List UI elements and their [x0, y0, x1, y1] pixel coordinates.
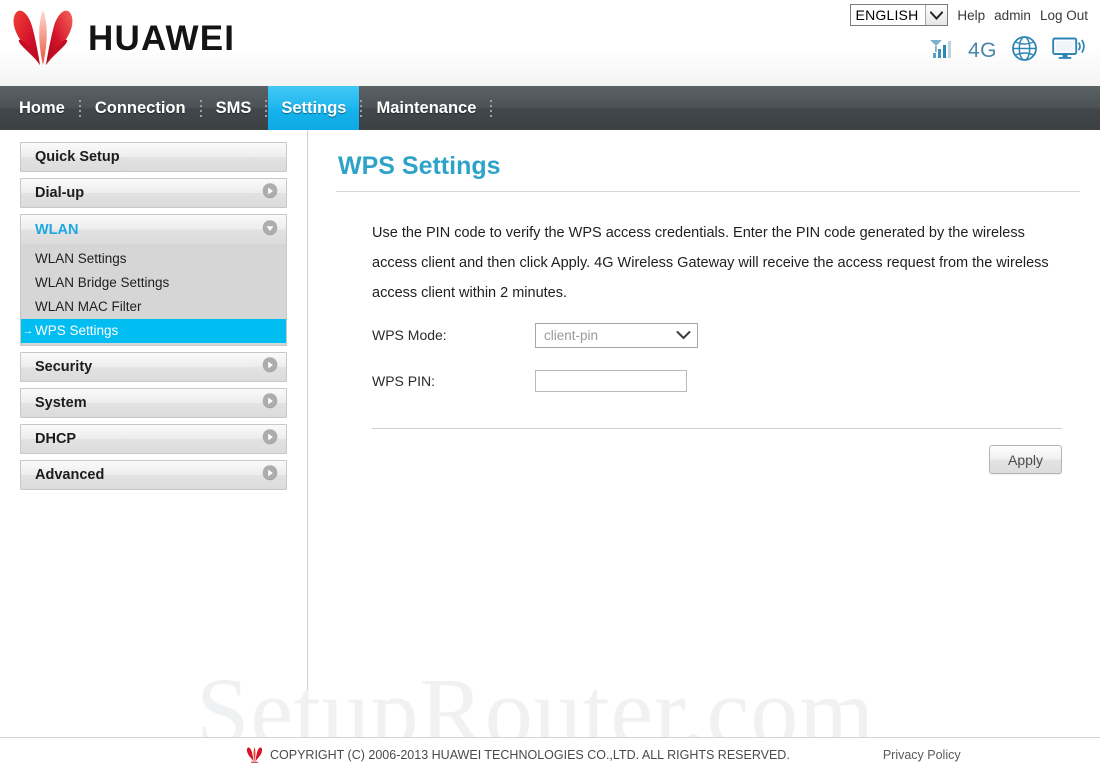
- chevron-right-circle-icon: [262, 429, 278, 449]
- nav-separator: [78, 99, 81, 117]
- nav-item-settings[interactable]: Settings: [268, 86, 360, 130]
- huawei-flower-logo: [13, 10, 73, 65]
- sidebar-label-dhcp: DHCP: [35, 431, 77, 447]
- wps-mode-label: WPS Mode:: [372, 327, 447, 343]
- chevron-down-circle-icon: [262, 219, 278, 240]
- page-body: Quick Setup Dial-up WLAN WLAN Settings W…: [0, 130, 1100, 765]
- logout-link[interactable]: Log Out: [1040, 8, 1088, 23]
- copyright-text: COPYRIGHT (C) 2006-2013 HUAWEI TECHNOLOG…: [270, 747, 790, 762]
- sidebar-label-wlan-settings: WLAN Settings: [35, 251, 127, 266]
- sidebar-label-wps-settings: WPS Settings: [35, 323, 119, 338]
- sidebar-item-wlan-settings[interactable]: WLAN Settings: [21, 247, 286, 271]
- page-title: WPS Settings: [338, 152, 501, 180]
- nav-item-home[interactable]: Home: [6, 86, 78, 130]
- nav-item-sms[interactable]: SMS: [203, 86, 265, 130]
- apply-button[interactable]: Apply: [989, 445, 1062, 474]
- sidebar-block-dhcp: DHCP: [20, 424, 287, 454]
- chevron-down-icon: [925, 5, 948, 25]
- brand-logo[interactable]: HUAWEI: [10, 10, 235, 66]
- language-selected-value: ENGLISH: [855, 7, 919, 23]
- sidebar-block-wlan: WLAN WLAN Settings WLAN Bridge Settings: [20, 214, 287, 346]
- sidebar-label-wlan: WLAN: [35, 221, 79, 238]
- nav-item-connection[interactable]: Connection: [82, 86, 199, 130]
- form-divider: [372, 428, 1062, 429]
- content-area: WPS Settings Use the PIN code to verify …: [308, 130, 1100, 738]
- sidebar-label-wlan-bridge-settings: WLAN Bridge Settings: [35, 275, 170, 290]
- help-link[interactable]: Help: [957, 8, 985, 23]
- chevron-right-circle-icon: [262, 465, 278, 485]
- sidebar-item-wlan-mac-filter[interactable]: WLAN MAC Filter: [21, 295, 286, 319]
- sidebar-item-system[interactable]: System: [20, 388, 287, 418]
- sidebar-item-wlan-bridge-settings[interactable]: WLAN Bridge Settings: [21, 271, 286, 295]
- language-select[interactable]: ENGLISH: [849, 4, 949, 26]
- wlan-monitor-icon: [1052, 36, 1086, 64]
- sidebar-item-security[interactable]: Security: [20, 352, 287, 382]
- sidebar-label-advanced: Advanced: [35, 467, 105, 483]
- sidebar-item-advanced[interactable]: Advanced: [20, 460, 287, 490]
- wps-pin-input[interactable]: [535, 370, 687, 392]
- title-divider: [336, 191, 1080, 192]
- wps-mode-value: client-pin: [544, 327, 599, 343]
- globe-icon: [1011, 35, 1038, 65]
- apply-row: Apply: [334, 445, 1080, 474]
- wps-mode-select[interactable]: client-pin: [535, 322, 698, 348]
- sidebar-item-wlan[interactable]: WLAN: [20, 214, 287, 244]
- sidebar-block-quick-setup: Quick Setup: [20, 142, 287, 172]
- sidebar-label-quick-setup: Quick Setup: [35, 149, 120, 165]
- wps-description: Use the PIN code to verify the WPS acces…: [372, 225, 1049, 301]
- sidebar-submenu-wlan: WLAN Settings WLAN Bridge Settings WLAN …: [20, 244, 287, 346]
- nav-separator: [199, 99, 202, 117]
- wps-mode-row: WPS Mode: client-pin: [372, 322, 1080, 348]
- nav-item-maintenance[interactable]: Maintenance: [363, 86, 489, 130]
- header-right-cluster: ENGLISH Help admin Log Out 4G: [849, 3, 1088, 65]
- nav-separator: [360, 99, 363, 117]
- sidebar-item-quick-setup[interactable]: Quick Setup: [20, 142, 287, 172]
- nav-separator: [265, 99, 268, 117]
- signal-strength-icon: [928, 38, 954, 63]
- sidebar-block-dial-up: Dial-up: [20, 178, 287, 208]
- chevron-right-circle-icon: [262, 357, 278, 377]
- chevron-down-icon: [676, 328, 691, 343]
- privacy-policy-link[interactable]: Privacy Policy: [883, 748, 961, 762]
- huawei-flower-logo-small: [246, 746, 263, 763]
- nav-separator: [490, 99, 493, 117]
- sidebar-block-advanced: Advanced: [20, 460, 287, 490]
- main-navigation: Home Connection SMS Settings Maintenance: [0, 86, 1100, 130]
- sidebar-label-dial-up: Dial-up: [35, 185, 85, 201]
- page-header: HUAWEI ENGLISH Help admin Log Out 4G: [0, 0, 1100, 86]
- sidebar: Quick Setup Dial-up WLAN WLAN Settings W…: [0, 130, 308, 738]
- sidebar-item-wps-settings[interactable]: → WPS Settings: [21, 319, 286, 343]
- wps-pin-label: WPS PIN:: [372, 373, 436, 389]
- sidebar-label-wlan-mac-filter: WLAN MAC Filter: [35, 299, 142, 314]
- wps-pin-row: WPS PIN:: [372, 368, 1080, 394]
- sidebar-label-system: System: [35, 395, 87, 411]
- chevron-right-circle-icon: [262, 183, 278, 203]
- sidebar-block-security: Security: [20, 352, 287, 382]
- page-footer: COPYRIGHT (C) 2006-2013 HUAWEI TECHNOLOG…: [0, 737, 1100, 771]
- brand-name: HUAWEI: [88, 18, 236, 58]
- network-type-label: 4G: [967, 38, 997, 62]
- sidebar-item-dial-up[interactable]: Dial-up: [20, 178, 287, 208]
- sidebar-item-dhcp[interactable]: DHCP: [20, 424, 287, 454]
- arrow-right-icon: →: [22, 324, 34, 337]
- admin-link[interactable]: admin: [994, 8, 1031, 23]
- chevron-right-circle-icon: [262, 393, 278, 413]
- sidebar-label-security: Security: [35, 359, 93, 375]
- sidebar-block-system: System: [20, 388, 287, 418]
